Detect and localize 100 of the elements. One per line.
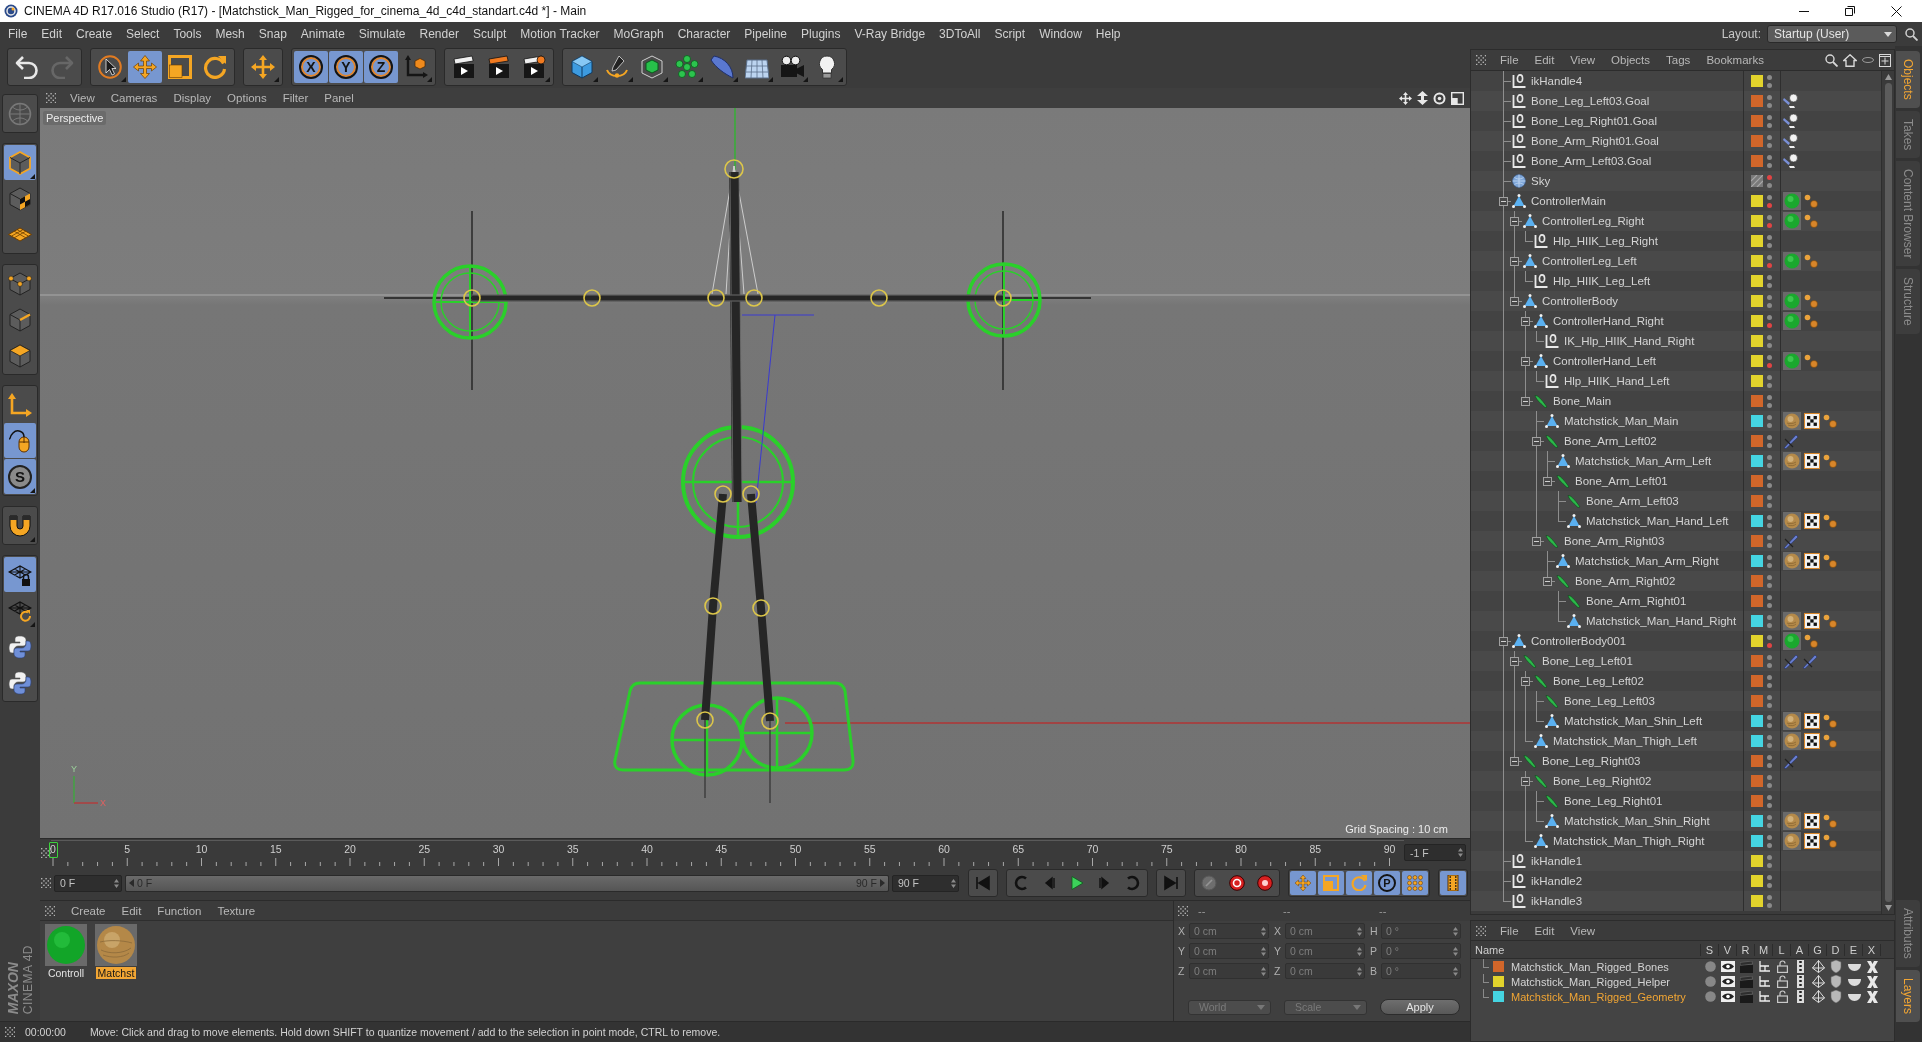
render-visibility-dot-icon[interactable] bbox=[1767, 742, 1772, 748]
menu-item[interactable]: Sculpt bbox=[465, 27, 514, 41]
editor-visibility-dot-icon[interactable] bbox=[1767, 74, 1772, 80]
editor-visibility-dot-icon[interactable] bbox=[1767, 534, 1772, 540]
collapse-icon[interactable] bbox=[1521, 776, 1530, 786]
layer-name[interactable]: Matchstick_Man_Rigged_Helper bbox=[1511, 975, 1670, 988]
render-visibility-dot-icon[interactable] bbox=[1767, 482, 1772, 488]
collapse-icon[interactable] bbox=[1510, 756, 1519, 766]
object-row[interactable]: Bone_Main bbox=[1471, 391, 1881, 411]
foot-controller[interactable] bbox=[740, 696, 814, 770]
render-visibility-dot-icon[interactable] bbox=[1767, 882, 1772, 888]
object-row[interactable]: ControllerLeg_Right bbox=[1471, 211, 1881, 231]
render-visibility-dot-icon[interactable] bbox=[1767, 422, 1772, 428]
viewport-menu-item[interactable]: Display bbox=[165, 92, 220, 104]
object-menu-item[interactable]: File bbox=[1492, 54, 1527, 66]
render-visibility-dot-icon[interactable] bbox=[1767, 862, 1772, 868]
object-row[interactable]: ControllerLeg_Left bbox=[1471, 251, 1881, 271]
move-arrows-icon[interactable] bbox=[1399, 91, 1412, 105]
material-sphere-icon[interactable] bbox=[95, 924, 137, 966]
render-visibility-dot-icon[interactable] bbox=[1767, 722, 1772, 728]
collapse-icon[interactable] bbox=[1510, 256, 1519, 266]
side-tab[interactable]: Objects bbox=[1896, 51, 1920, 108]
material-sphere-icon[interactable] bbox=[45, 924, 87, 966]
render-visibility-dot-icon[interactable] bbox=[1767, 142, 1772, 148]
grip-handle-icon[interactable] bbox=[41, 878, 51, 888]
editor-visibility-dot-icon[interactable] bbox=[1767, 214, 1772, 220]
hand-controller[interactable] bbox=[432, 264, 508, 340]
editor-visibility-dot-icon[interactable] bbox=[1767, 514, 1772, 520]
menu-item[interactable]: Window bbox=[1032, 27, 1089, 41]
render-visibility-dot-icon[interactable] bbox=[1767, 662, 1772, 668]
render-visibility-dot-icon[interactable] bbox=[1767, 102, 1772, 108]
object-row[interactable]: Matchstick_Man_Hand_Left bbox=[1471, 511, 1881, 531]
object-row[interactable]: Bone_Arm_Left01 bbox=[1471, 471, 1881, 491]
object-row[interactable]: ikHandle1 bbox=[1471, 851, 1881, 871]
editor-visibility-dot-icon[interactable] bbox=[1767, 454, 1772, 460]
viewport-menu-item[interactable]: Options bbox=[219, 92, 275, 104]
editor-visibility-dot-icon[interactable] bbox=[1767, 834, 1772, 840]
editor-visibility-dot-icon[interactable] bbox=[1767, 334, 1772, 340]
spinner-arrows-icon[interactable] bbox=[1357, 946, 1362, 956]
render-visibility-dot-icon[interactable] bbox=[1767, 382, 1772, 388]
object-row[interactable]: Sky bbox=[1471, 171, 1881, 191]
position-key-button[interactable] bbox=[1290, 871, 1316, 895]
viewport-menu-item[interactable]: View bbox=[62, 92, 103, 104]
object-row[interactable]: Bone_Leg_Left01 bbox=[1471, 651, 1881, 671]
render-visibility-dot-icon[interactable] bbox=[1767, 542, 1772, 548]
spinner-arrows-icon[interactable] bbox=[1357, 966, 1362, 976]
point-level-key-button[interactable] bbox=[1402, 871, 1428, 895]
editor-visibility-dot-icon[interactable] bbox=[1767, 154, 1772, 160]
object-row[interactable]: Bone_Arm_Right02 bbox=[1471, 571, 1881, 591]
editor-visibility-dot-icon[interactable] bbox=[1767, 234, 1772, 240]
editor-visibility-dot-icon[interactable] bbox=[1767, 114, 1772, 120]
apply-button[interactable]: Apply bbox=[1380, 999, 1460, 1015]
render-visibility-dot-icon[interactable] bbox=[1767, 802, 1772, 808]
layer-name[interactable]: Matchstick_Man_Rigged_Geometry bbox=[1511, 990, 1686, 1003]
collapse-icon[interactable] bbox=[1532, 436, 1541, 446]
editor-visibility-dot-icon[interactable] bbox=[1767, 294, 1772, 300]
plus-window-icon[interactable] bbox=[1879, 53, 1891, 67]
editor-visibility-dot-icon[interactable] bbox=[1767, 254, 1772, 260]
editor-visibility-dot-icon[interactable] bbox=[1767, 734, 1772, 740]
object-row[interactable]: Bone_Leg_Left02 bbox=[1471, 671, 1881, 691]
render-visibility-dot-icon[interactable] bbox=[1767, 122, 1772, 128]
grip-handle-icon[interactable] bbox=[45, 905, 55, 916]
axis-lock-button[interactable]: Y bbox=[329, 51, 363, 83]
render-visibility-dot-icon[interactable] bbox=[1767, 302, 1772, 308]
editor-visibility-dot-icon[interactable] bbox=[1767, 174, 1772, 180]
menu-item[interactable]: Tools bbox=[166, 27, 209, 41]
search-icon[interactable] bbox=[1825, 53, 1838, 67]
editor-visibility-dot-icon[interactable] bbox=[1767, 694, 1772, 700]
render-visibility-dot-icon[interactable] bbox=[1767, 362, 1772, 368]
grip-handle-icon[interactable] bbox=[41, 847, 51, 858]
side-tab[interactable]: Takes bbox=[1896, 110, 1920, 159]
side-tab[interactable]: Content Browser bbox=[1896, 161, 1920, 267]
spinner-arrows-icon[interactable] bbox=[1458, 848, 1463, 857]
menu-item[interactable]: V-Ray Bridge bbox=[847, 27, 933, 41]
start-frame-field[interactable]: 0 F bbox=[54, 874, 122, 892]
layer-name[interactable]: Matchstick_Man_Rigged_Bones bbox=[1511, 960, 1669, 973]
side-tab[interactable]: Layers bbox=[1896, 969, 1920, 1022]
column-header[interactable]: E bbox=[1845, 943, 1863, 956]
render-visibility-dot-icon[interactable] bbox=[1767, 322, 1772, 328]
render-visibility-dot-icon[interactable] bbox=[1767, 182, 1772, 188]
lock-workplane-button[interactable] bbox=[4, 557, 36, 592]
hand-controller[interactable] bbox=[966, 262, 1042, 338]
search-icon[interactable] bbox=[1905, 27, 1918, 41]
object-row[interactable]: Bone_Arm_Left03.Goal bbox=[1471, 151, 1881, 171]
editor-visibility-dot-icon[interactable] bbox=[1767, 554, 1772, 560]
menu-item[interactable]: Help bbox=[1088, 27, 1128, 41]
layer-menu-item[interactable]: Edit bbox=[1526, 924, 1563, 937]
collapse-icon[interactable] bbox=[1510, 216, 1519, 226]
collapse-icon[interactable] bbox=[1521, 676, 1530, 686]
editor-visibility-dot-icon[interactable] bbox=[1767, 574, 1772, 580]
menu-item[interactable]: Script bbox=[987, 27, 1033, 41]
grip-handle-icon[interactable] bbox=[1476, 55, 1486, 65]
object-row[interactable]: Hlp_HIIK_Leg_Right bbox=[1471, 231, 1881, 251]
object-row[interactable]: Bone_Leg_Right02 bbox=[1471, 771, 1881, 791]
spinner-arrows-icon[interactable] bbox=[1261, 926, 1266, 936]
render-visibility-dot-icon[interactable] bbox=[1767, 202, 1772, 208]
editor-visibility-dot-icon[interactable] bbox=[1767, 814, 1772, 820]
spinner-arrows-icon[interactable] bbox=[114, 878, 119, 888]
move-tool-button[interactable] bbox=[128, 51, 162, 83]
object-row[interactable]: Bone_Arm_Right03 bbox=[1471, 531, 1881, 551]
